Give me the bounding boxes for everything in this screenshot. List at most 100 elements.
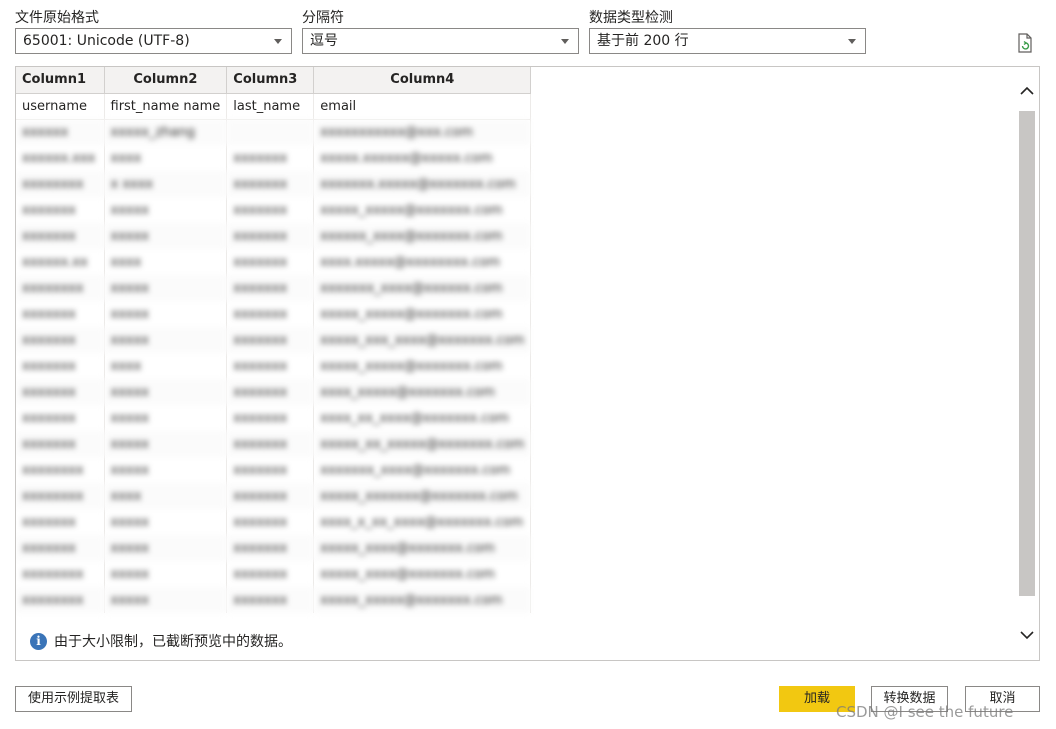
table-cell: xxxxx.xxxxxx@xxxxx.com — [313, 145, 532, 171]
table-row: xxxxxx.xxx xxxx xxxxxxx xxxxx.xxxxxx@xxxxx.… — [16, 145, 532, 171]
table-cell: xxxxxxx — [16, 301, 105, 327]
type-detection-select[interactable]: 基于前 200 行 — [589, 28, 866, 54]
column-header[interactable]: Column2 — [104, 67, 228, 94]
table-cell: xxxxx — [104, 223, 228, 249]
table-cell: xxxxxxx_xxxx@xxxxxx.com — [313, 275, 532, 301]
file-origin-select[interactable]: 65001: Unicode (UTF-8) — [15, 28, 292, 54]
type-detection-label: 数据类型检测 — [589, 10, 673, 26]
table-row: xxxxxxxx xxxxx xxxxxxx xxxxxxx_xxxx@xxxxxx.… — [16, 275, 532, 301]
table-cell: xxxxx — [104, 535, 228, 561]
table-cell: xxxxx — [104, 275, 228, 301]
table-cell: xxxxxxx — [226, 171, 315, 197]
delimiter-value: 逗号 — [310, 33, 338, 49]
table-cell: xxxxxx.xxx — [16, 145, 105, 171]
table-row: xxxxxxx xxxxx xxxxxxx xxxxx_xxxxx@xxxxxxx.c… — [16, 301, 532, 327]
table-cell: xxxxxxxx — [16, 275, 105, 301]
table-cell: xxxxxxxx — [16, 587, 105, 613]
table-row: xxxxxxx xxxxx xxxxxxx xxxxx_xxxxx@xxxxxxx.c… — [16, 197, 532, 223]
table-row: xxxxxxxxxxxxxxxxxxxxxxxxx_xxxx@xxxxxxx.c… — [16, 223, 532, 249]
table-cell: xxxxxxxx — [16, 561, 105, 587]
table-cell: xxxxxxx — [226, 249, 315, 275]
table-cell: xxxxxxx.xxxxx@xxxxxxx.com — [313, 171, 532, 197]
table-cell: xxxxx_xxxxx@xxxxxxx.com — [313, 353, 532, 379]
column-header[interactable]: Column4 — [313, 67, 532, 94]
delimiter-select[interactable]: 逗号 — [302, 28, 579, 54]
truncation-notice: i 由于大小限制，已截断预览中的数据。 — [30, 631, 292, 651]
table-cell: xxxxx_xxxxxxx@xxxxxxx.com — [313, 483, 532, 509]
table-cell: xxxxxxx — [226, 405, 315, 431]
preview-table: Column1 Column2 Column3 Column4 username… — [16, 67, 532, 613]
table-row: xxxxxxx xxxxx xxxxxxx xxxx_xx_xxxx@xxxxxxx.… — [16, 405, 532, 431]
table-row: xxxxxxxxxxxxxxxxxxxxxxxxx_xxxx@xxxxxxx.c… — [16, 561, 532, 587]
table-cell: xxxx_x_xx_xxxx@xxxxxxx.com — [313, 509, 532, 535]
table-cell: xxxxxxx — [226, 535, 315, 561]
table-row: xxxxxx.xx xxxx xxxxxxx xxxx.xxxxx@xxxxxxxx.… — [16, 249, 532, 275]
table-cell: xxxxx_xxx_xxxx@xxxxxxx.com — [313, 327, 532, 353]
table-row: xxxxxxxx xxxxx xxxxxxx xxxxx_xxxxx@xxxxxxx.… — [16, 587, 532, 613]
table-cell: xxxxx_xxxxx@xxxxxxx.com — [313, 587, 532, 613]
refresh-icon[interactable] — [1016, 33, 1034, 53]
table-row: xxxxxxx xxxxx xxxxxxx xxxxx_xx_xxxxx@xxxxxx… — [16, 431, 532, 457]
extract-by-example-button[interactable]: 使用示例提取表 — [15, 686, 132, 712]
file-origin-value: 65001: Unicode (UTF-8) — [23, 33, 190, 49]
table-cell: xxxx_xxxxx@xxxxxxx.com — [313, 379, 532, 405]
table-cell: x xxxx — [104, 171, 228, 197]
delimiter-label: 分隔符 — [302, 10, 344, 26]
chevron-up-icon[interactable] — [1015, 81, 1039, 103]
chevron-down-icon — [561, 39, 569, 44]
table-cell: last_name — [226, 93, 315, 120]
table-cell: xxxxxxx — [226, 327, 315, 353]
info-icon: i — [30, 632, 47, 650]
chevron-down-icon[interactable] — [1015, 625, 1039, 647]
table-cell: xxxxxxx — [226, 457, 315, 483]
table-cell: xxxxx_xx_xxxxx@xxxxxxx.com — [313, 431, 532, 457]
table-cell: xxxxx_zhang — [104, 119, 228, 145]
table-cell: xxxxxxxx — [16, 483, 105, 509]
table-cell: xxxxx — [104, 431, 228, 457]
table-cell: xxxx_xx_xxxx@xxxxxxx.com — [313, 405, 532, 431]
table-row: xxxxxx xxxxx_zhang xxxxxxxxxxx@xxx.com — [16, 119, 532, 145]
scrollbar-thumb[interactable] — [1019, 111, 1035, 596]
table-row: xxxxxxx xxxxx xxxxxxx xxxxx_xxx_xxxx@xxxxxx… — [16, 327, 532, 353]
table-cell: xxxxxxx — [16, 223, 105, 249]
table-cell: xxxxx — [104, 405, 228, 431]
file-origin-label: 文件原始格式 — [15, 10, 99, 26]
table-cell: xxxxxxx — [16, 353, 105, 379]
table-row: xxxxxxxxxxxxxxxxxxxxxxx_xxxxx@xxxxxxx.co… — [16, 379, 532, 405]
table-cell: xxxxxxx — [16, 535, 105, 561]
table-cell: xxxxxxx — [226, 483, 315, 509]
truncation-message: 由于大小限制，已截断预览中的数据。 — [54, 634, 292, 650]
table-cell: xxxxxxx — [16, 197, 105, 223]
table-cell: xxxxx_xxxxx@xxxxxxx.com — [313, 197, 532, 223]
table-cell: email — [313, 93, 532, 120]
column-header[interactable]: Column3 — [226, 67, 315, 94]
import-dialog: 文件原始格式 分隔符 数据类型检测 65001: Unicode (UTF-8)… — [0, 0, 1056, 729]
watermark: CSDN @I see the future — [836, 703, 1014, 721]
type-detection-value: 基于前 200 行 — [597, 33, 689, 49]
column-header[interactable]: Column1 — [16, 67, 105, 94]
table-cell: xxxxxxx — [16, 431, 105, 457]
table-cell: xxxx — [104, 145, 228, 171]
table-row: xxxxxxxxxxxxxxxxxxxxxxx_xxxxx@xxxxxxx.co… — [16, 353, 532, 379]
table-cell: xxxxx — [104, 327, 228, 353]
table-cell: xxxxxxx — [226, 587, 315, 613]
table-cell: xxxxxxx_xxxx@xxxxxxx.com — [313, 457, 532, 483]
table-cell: xxxxxxx — [226, 197, 315, 223]
chevron-down-icon — [848, 39, 856, 44]
table-cell: xxxx — [104, 483, 228, 509]
table-cell: username — [16, 93, 105, 120]
table-cell: xxxxx_xxxx@xxxxxxx.com — [313, 561, 532, 587]
table-cell: xxxxxxx — [226, 431, 315, 457]
table-cell: xxxxxxx — [16, 379, 105, 405]
table-cell: xxxxxxx — [16, 509, 105, 535]
table-cell: xxxxxxx — [226, 275, 315, 301]
table-cell: xxxxx — [104, 457, 228, 483]
vertical-scrollbar[interactable] — [1015, 81, 1039, 660]
table-cell: xxxxxxx — [226, 223, 315, 249]
table-cell: xxxxxxx — [226, 509, 315, 535]
table-row: xxxxxxxx xxxxx xxxxxxx xxxxxxx_xxxx@xxxxxxx… — [16, 457, 532, 483]
table-row: xxxxxxx xxxxx xxxxxxx xxxx_x_xx_xxxx@xxxxxx… — [16, 509, 532, 535]
table-cell: xxxxxxx — [226, 301, 315, 327]
table-cell: xxxxxxx — [16, 327, 105, 353]
table-cell: xxxxxxx — [226, 353, 315, 379]
